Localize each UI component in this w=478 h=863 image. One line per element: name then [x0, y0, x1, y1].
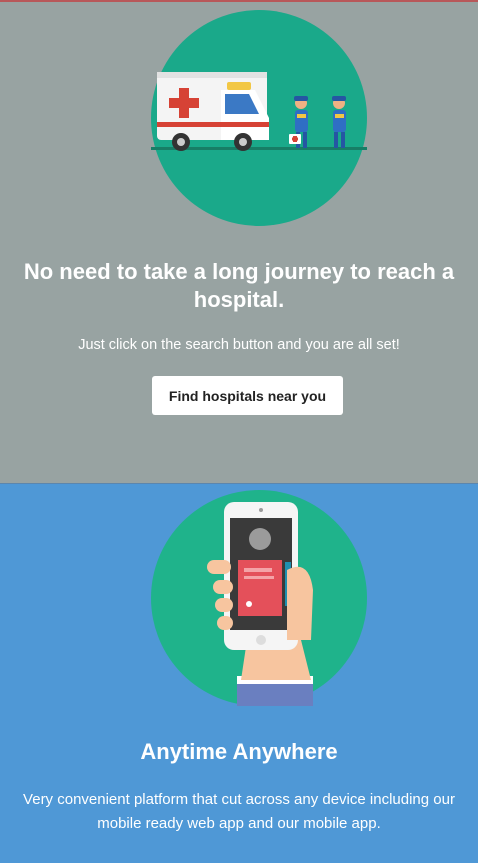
- anytime-anywhere-title: Anytime Anywhere: [140, 739, 338, 764]
- hero-title: No need to take a long journey to reach …: [23, 259, 455, 312]
- hand-holding-phone-icon: [151, 490, 367, 706]
- ambulance-illustration-icon: [151, 10, 367, 226]
- find-hospitals-button[interactable]: Find hospitals near you: [152, 376, 343, 415]
- hero-subtitle: Just click on the search button and you …: [78, 337, 400, 353]
- anytime-anywhere-subtitle: Very convenient platform that cut across…: [23, 791, 455, 832]
- hero-section: No need to take a long journey to reach …: [0, 0, 478, 483]
- anytime-anywhere-section: Anytime Anywhere Very convenient platfor…: [0, 483, 478, 863]
